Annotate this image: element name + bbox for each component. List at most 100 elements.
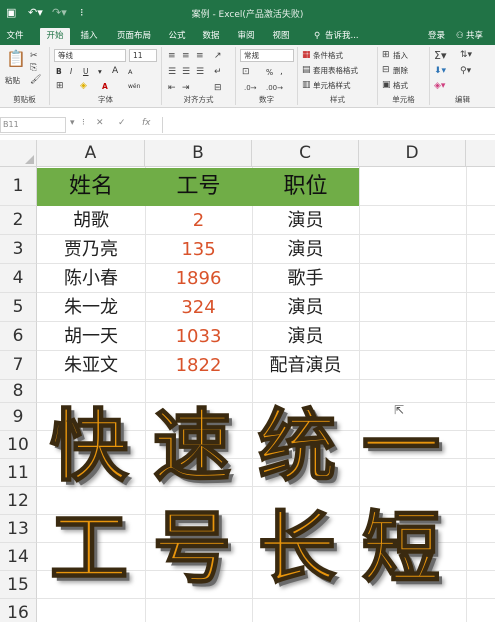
cell-b3[interactable]: 135 — [145, 235, 252, 264]
row-header-7[interactable]: 7 — [0, 351, 37, 380]
cell-c3[interactable]: 演员 — [252, 235, 359, 264]
cell-b5[interactable]: 324 — [145, 293, 252, 322]
underline-button[interactable]: U — [83, 66, 89, 77]
clear-icon[interactable]: ◈▾ — [434, 81, 445, 92]
share-button[interactable]: 共享 — [466, 28, 483, 45]
increase-decimal-icon[interactable]: .0→ — [244, 83, 257, 94]
formula-input[interactable] — [162, 117, 495, 133]
font-name-select[interactable]: 等线 — [54, 49, 126, 62]
insert-cells-button[interactable]: 插入 — [393, 50, 408, 61]
conditional-formatting-button[interactable]: 条件格式 — [313, 50, 343, 61]
cell-a3[interactable]: 贾乃亮 — [37, 235, 145, 264]
cell-c4[interactable]: 歌手 — [252, 264, 359, 293]
row-header-4[interactable]: 4 — [0, 264, 37, 293]
cut-icon[interactable]: ✂ — [30, 51, 38, 62]
sort-filter-icon[interactable]: ⇅▾ — [460, 50, 472, 61]
number-format-select[interactable]: 常规 — [240, 49, 294, 62]
paste-icon[interactable]: 📋 — [6, 51, 26, 67]
cell-b7[interactable]: 1822 — [145, 351, 252, 380]
row-header-3[interactable]: 3 — [0, 235, 37, 264]
align-top-icon[interactable]: ≡ — [168, 51, 176, 62]
paste-button[interactable]: 粘贴 — [5, 75, 20, 86]
column-header-e[interactable] — [466, 140, 495, 167]
tab-formulas[interactable]: 公式 — [164, 28, 190, 45]
cell-a7[interactable]: 朱亚文 — [37, 351, 145, 380]
row-header-15[interactable]: 15 — [0, 571, 37, 599]
orientation-icon[interactable]: ↗ — [214, 51, 222, 62]
align-right-icon[interactable]: ☰ — [196, 67, 204, 78]
align-bottom-icon[interactable]: ≡ — [196, 51, 204, 62]
phonetic-button[interactable]: wén — [128, 81, 140, 92]
delete-cells-button[interactable]: 删除 — [393, 65, 408, 76]
grow-font-button[interactable]: A — [112, 66, 118, 77]
currency-icon[interactable]: ⊡ — [242, 67, 250, 78]
fill-icon[interactable]: ⬇▾ — [434, 66, 446, 77]
header-cell-position[interactable]: 职位 — [252, 168, 359, 206]
copy-icon[interactable]: ⎘ — [30, 63, 37, 74]
worksheet-grid[interactable]: A B C D 1 2 3 4 5 6 7 8 9 10 11 12 13 14 15 16 姓名 工号 职位… — [0, 140, 495, 622]
header-cell-id[interactable]: 工号 — [145, 168, 252, 206]
tab-file[interactable]: 文件 — [2, 28, 28, 45]
column-header-b[interactable]: B — [145, 140, 252, 167]
column-header-d[interactable]: D — [359, 140, 466, 167]
cell-c6[interactable]: 演员 — [252, 322, 359, 351]
name-box-dropdown-icon[interactable]: ▾ — [70, 118, 75, 128]
select-all-button[interactable] — [0, 140, 37, 167]
cell-b6[interactable]: 1033 — [145, 322, 252, 351]
insert-function-button[interactable]: fx — [142, 118, 151, 128]
tab-page-layout[interactable]: 页面布局 — [112, 28, 156, 45]
tab-data[interactable]: 数据 — [198, 28, 224, 45]
bold-button[interactable]: B — [56, 66, 62, 77]
row-header-8[interactable]: 8 — [0, 380, 37, 403]
cancel-entry-button[interactable]: ✕ — [96, 118, 104, 128]
borders-icon[interactable]: ⊞ — [56, 81, 64, 92]
shrink-font-button[interactable]: A — [128, 67, 132, 78]
row-header-1[interactable]: 1 — [0, 167, 37, 206]
row-header-2[interactable]: 2 — [0, 206, 37, 235]
row-header-9[interactable]: 9 — [0, 403, 37, 431]
cell-c7[interactable]: 配音演员 — [252, 351, 359, 380]
merge-center-icon[interactable]: ⊟ — [214, 83, 222, 94]
align-left-icon[interactable]: ☰ — [168, 67, 176, 78]
row-header-5[interactable]: 5 — [0, 293, 37, 322]
decrease-indent-icon[interactable]: ⇤ — [168, 83, 176, 94]
font-size-select[interactable]: 11 — [129, 49, 157, 62]
row-header-10[interactable]: 10 — [0, 431, 37, 459]
format-as-table-button[interactable]: 套用表格格式 — [313, 65, 358, 76]
header-cell-name[interactable]: 姓名 — [37, 168, 145, 206]
comma-style-icon[interactable]: , — [280, 67, 283, 78]
decrease-decimal-icon[interactable]: .00→ — [266, 83, 283, 94]
row-header-16[interactable]: 16 — [0, 599, 37, 622]
underline-dropdown-icon[interactable]: ▾ — [98, 66, 102, 77]
row-header-13[interactable]: 13 — [0, 515, 37, 543]
cell-a6[interactable]: 胡一天 — [37, 322, 145, 351]
find-select-icon[interactable]: ⚲▾ — [460, 66, 471, 77]
tab-review[interactable]: 审阅 — [233, 28, 259, 45]
cell-a5[interactable]: 朱一龙 — [37, 293, 145, 322]
format-painter-icon[interactable]: 🖌 — [30, 75, 41, 86]
cell-c5[interactable]: 演员 — [252, 293, 359, 322]
column-header-c[interactable]: C — [252, 140, 359, 167]
row-header-12[interactable]: 12 — [0, 487, 37, 515]
cell-a2[interactable]: 胡歌 — [37, 206, 145, 235]
cell-b4[interactable]: 1896 — [145, 264, 252, 293]
row-header-14[interactable]: 14 — [0, 543, 37, 571]
autosum-icon[interactable]: Σ▾ — [434, 50, 446, 61]
fill-color-icon[interactable]: ◈ — [80, 81, 87, 92]
cell-a4[interactable]: 陈小春 — [37, 264, 145, 293]
italic-button[interactable]: I — [70, 66, 72, 77]
sign-in-link[interactable]: 登录 — [428, 28, 445, 45]
column-header-a[interactable]: A — [37, 140, 145, 167]
wrap-text-icon[interactable]: ↵ — [214, 67, 222, 78]
tab-view[interactable]: 视图 — [268, 28, 294, 45]
align-middle-icon[interactable]: ≡ — [182, 51, 190, 62]
cell-b2[interactable]: 2 — [145, 206, 252, 235]
tell-me-box[interactable]: 告诉我... — [325, 28, 359, 45]
enter-entry-button[interactable]: ✓ — [118, 118, 126, 128]
align-center-icon[interactable]: ☰ — [182, 67, 190, 78]
font-color-button[interactable]: A — [102, 81, 108, 92]
percent-button[interactable]: % — [266, 67, 273, 78]
row-header-11[interactable]: 11 — [0, 459, 37, 487]
name-box[interactable]: B11 — [0, 117, 66, 133]
tab-home[interactable]: 开始 — [40, 28, 70, 45]
